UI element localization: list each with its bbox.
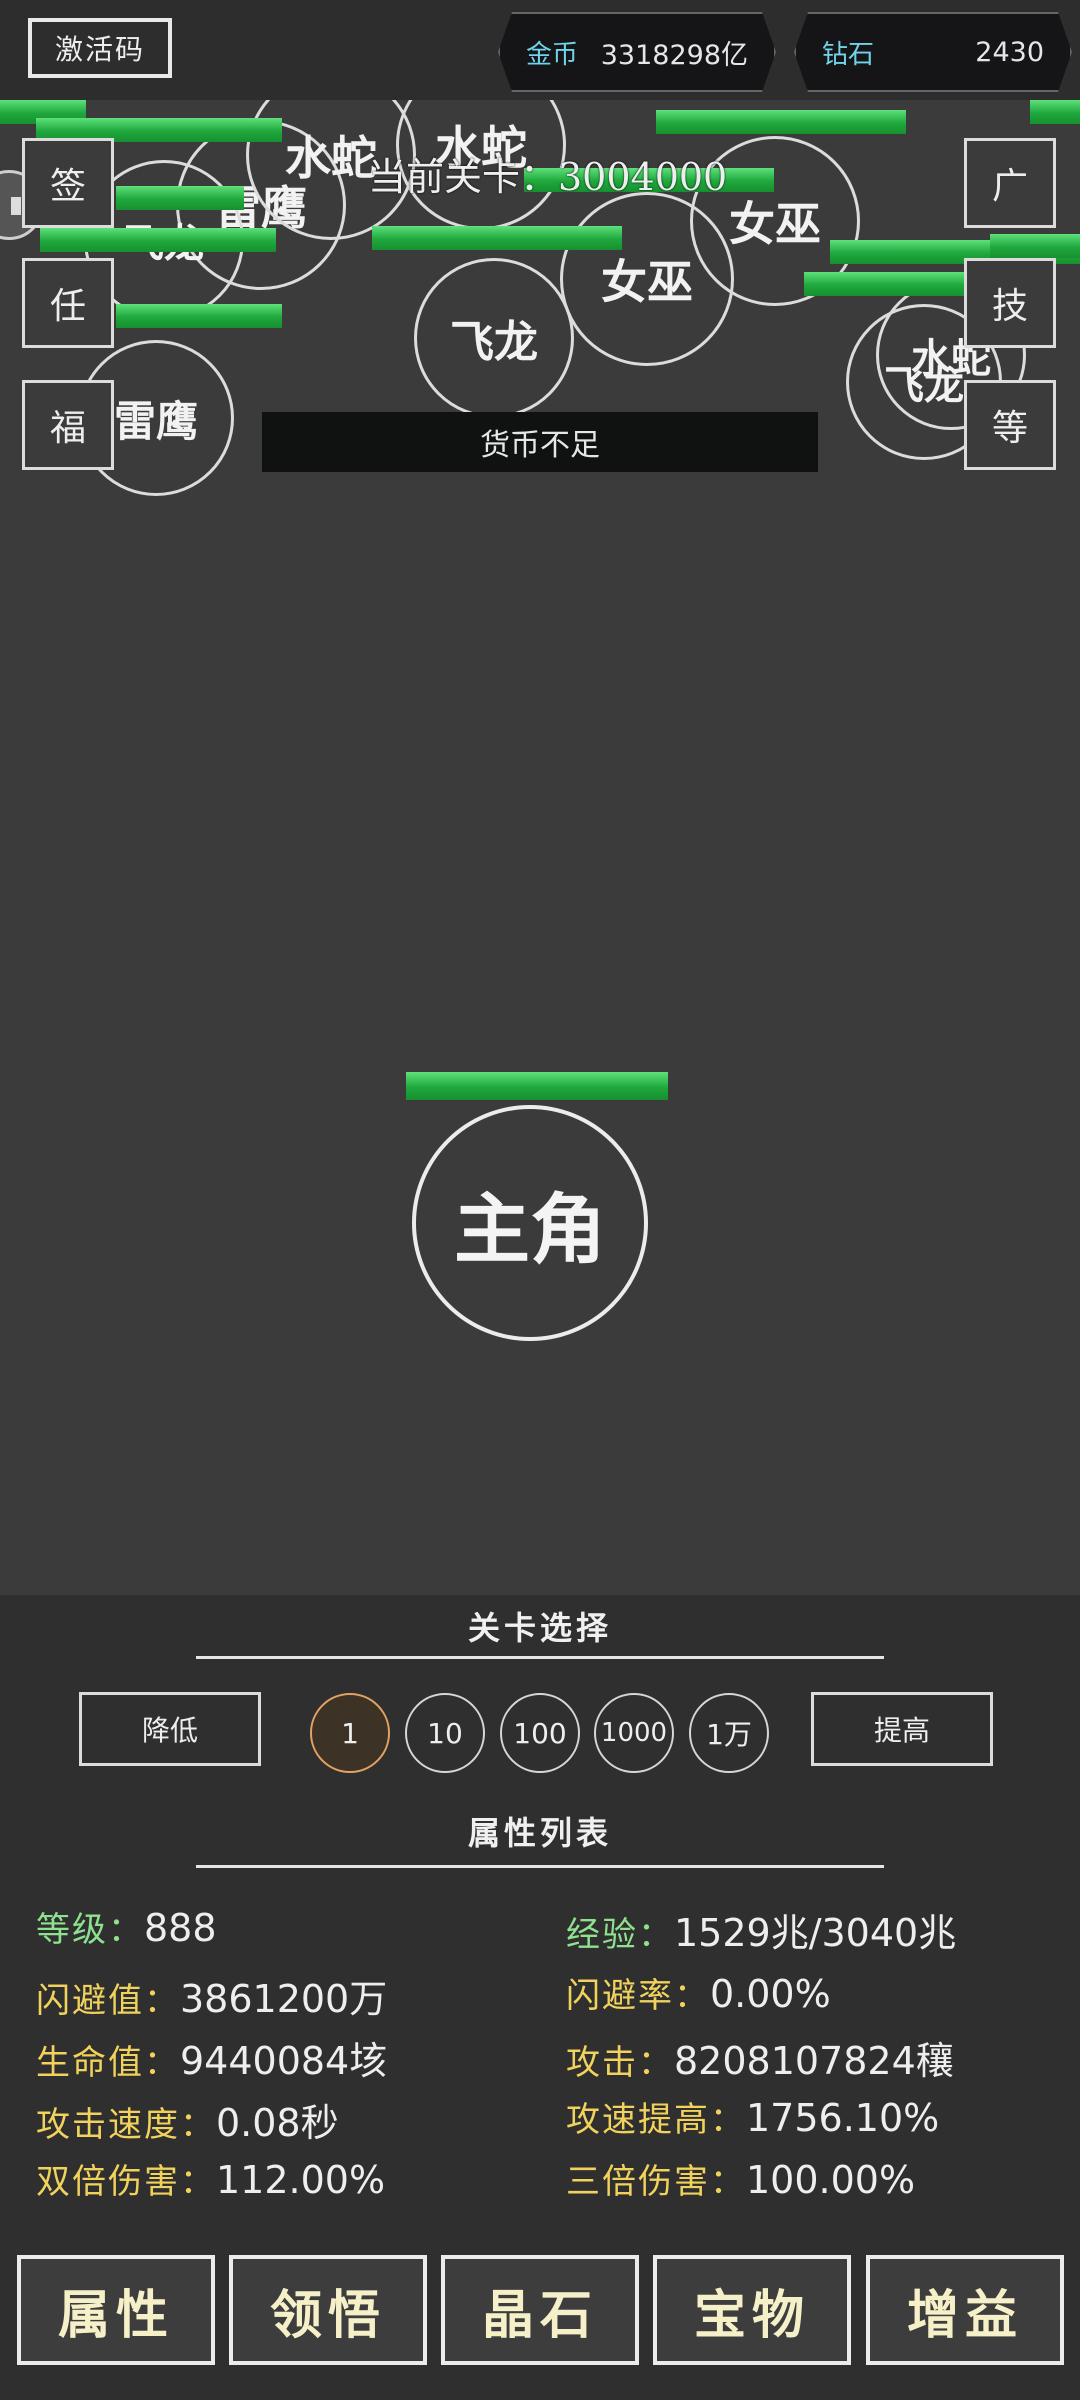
skill-button[interactable]: 技 bbox=[964, 258, 1056, 348]
current-wave-text: 当前关卡：3004000 bbox=[368, 155, 728, 199]
double-damage-attr: 双倍伤害：112.00% bbox=[36, 2158, 386, 2202]
enemy-hp-bar bbox=[990, 234, 1080, 258]
step-1000-button[interactable]: 1000 bbox=[594, 1693, 674, 1773]
attack-speed-boost-attr: 攻速提高：1756.10% bbox=[566, 2096, 940, 2140]
enemy-hp-bar bbox=[116, 304, 282, 328]
task-button[interactable]: 任 bbox=[22, 258, 114, 348]
gold-display: 金币 3318298亿 bbox=[498, 12, 776, 92]
tab-buff[interactable]: 增益 bbox=[866, 2255, 1064, 2365]
checkin-button[interactable]: 签 bbox=[22, 138, 114, 228]
toast-message: 货币不足 bbox=[262, 412, 818, 472]
step-10000-button[interactable]: 1万 bbox=[689, 1693, 769, 1773]
attribute-list-title: 属性列表 bbox=[467, 1814, 612, 1852]
level-attr: 等级：888 bbox=[36, 1906, 217, 1950]
top-bar: 激活码 金币 3318298亿 钻石 2430 bbox=[0, 0, 1080, 100]
dodge-rate-attr: 闪避率：0.00% bbox=[566, 1972, 831, 2016]
attack-speed-attr: 攻击速度：0.08秒 bbox=[36, 2101, 339, 2145]
hp-attr: 生命值：9440084垓 bbox=[36, 2039, 388, 2083]
increase-level-button[interactable]: 提高 bbox=[811, 1692, 993, 1766]
welfare-button[interactable]: 福 bbox=[22, 380, 114, 470]
dodge-value-attr: 闪避值：3861200万 bbox=[36, 1977, 388, 2021]
tab-crystal[interactable]: 晶石 bbox=[441, 2255, 639, 2365]
step-1-button[interactable]: 1 bbox=[310, 1693, 390, 1773]
gold-value: 3318298亿 bbox=[600, 39, 748, 71]
tab-insight[interactable]: 领悟 bbox=[229, 2255, 427, 2365]
hero-hp-bar bbox=[406, 1072, 668, 1100]
diamond-label: 钻石 bbox=[822, 39, 875, 70]
rank-button[interactable]: 等 bbox=[964, 380, 1056, 470]
enemy-hp-bar bbox=[40, 228, 276, 252]
triple-damage-attr: 三倍伤害：100.00% bbox=[566, 2158, 916, 2202]
activation-code-button[interactable]: 激活码 bbox=[28, 18, 172, 78]
enemy-hp-bar bbox=[116, 186, 244, 210]
attack-attr: 攻击：8208107824穰 bbox=[566, 2039, 954, 2083]
enemy-hp-bar bbox=[656, 110, 906, 134]
level-select-divider bbox=[196, 1656, 884, 1659]
enemy-hp-bar bbox=[372, 226, 622, 250]
exp-attr: 经验：1529兆/3040兆 bbox=[566, 1911, 957, 1955]
decrease-level-button[interactable]: 降低 bbox=[79, 1692, 261, 1766]
diamond-display: 钻石 2430 bbox=[794, 12, 1072, 92]
ad-button[interactable]: 广 bbox=[964, 138, 1056, 228]
step-10-button[interactable]: 10 bbox=[405, 1693, 485, 1773]
enemy-witch: 女巫 bbox=[560, 192, 734, 366]
battle-area: 雷鹰 水蛇 水蛇 女巫 女巫 飞龙 雷鹰 飞龙 水蛇 飞龙 当前关卡：30040… bbox=[0, 100, 1080, 1595]
enemy-flying-dragon: 飞龙 bbox=[414, 258, 574, 418]
tab-attributes[interactable]: 属性 bbox=[17, 2255, 215, 2365]
hero: 主角 bbox=[412, 1105, 648, 1341]
enemy-hp-bar bbox=[1030, 100, 1080, 124]
gold-label: 金币 bbox=[526, 39, 579, 70]
diamond-value: 2430 bbox=[975, 36, 1044, 68]
tab-treasure[interactable]: 宝物 bbox=[653, 2255, 851, 2365]
step-100-button[interactable]: 100 bbox=[500, 1693, 580, 1773]
level-select-title: 关卡选择 bbox=[467, 1609, 612, 1647]
attribute-list-divider bbox=[196, 1865, 884, 1868]
